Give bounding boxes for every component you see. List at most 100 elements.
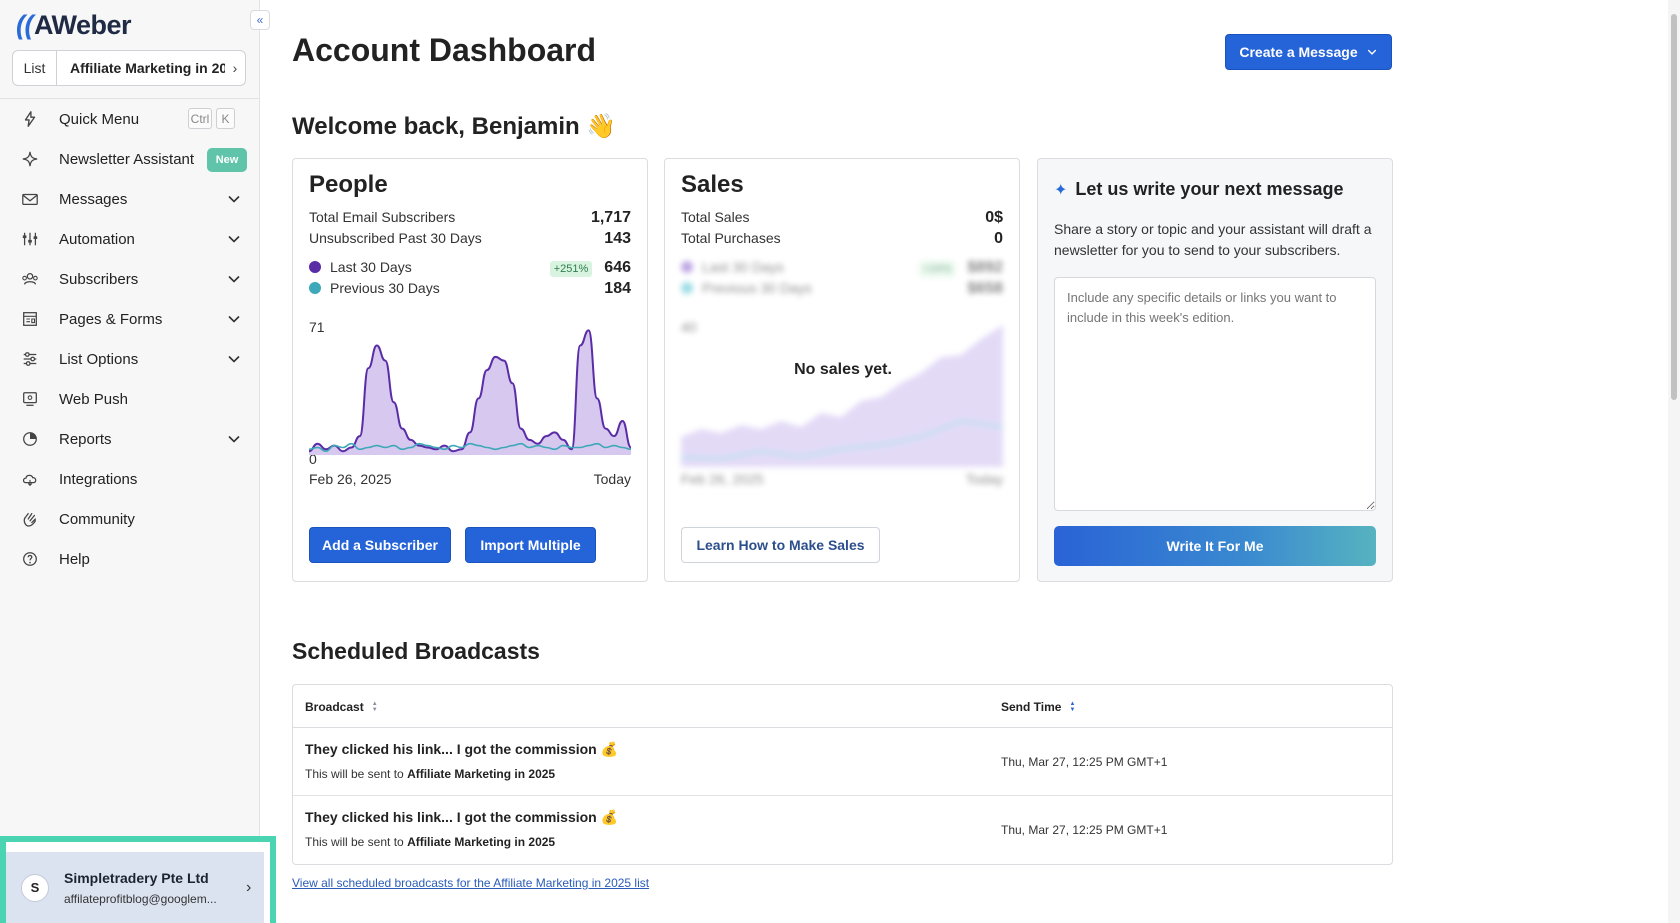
last-30-days-area	[309, 330, 631, 455]
sidebar-item-label: List Options	[59, 350, 139, 368]
sales-card: Sales Total Sales 0$ Total Purchases 0 L…	[664, 158, 1020, 582]
page-scrollbar[interactable]	[1668, 0, 1680, 923]
sidebar-item-web-push[interactable]: Web Push	[0, 379, 259, 419]
last-30-days-stats: +251% 646	[549, 259, 631, 277]
column-broadcast[interactable]: Broadcast ▲ ▼	[305, 700, 378, 714]
account-switcher[interactable]: S Simpletradery Pte Ltd affilateprofitbl…	[6, 852, 264, 923]
sidebar-item-label: Subscribers	[59, 270, 139, 288]
write-it-for-me-button[interactable]: Write It For Me	[1054, 526, 1376, 566]
table-header: Broadcast ▲ ▼ Send Time ▲ ▼	[293, 685, 1392, 728]
logo-text: AWeber	[33, 9, 132, 40]
chevron-down-icon[interactable]	[226, 231, 242, 247]
sales-x-axis-start-label: Feb 26, 2025	[681, 471, 764, 487]
table-row[interactable]: They clicked his link... I got the commi…	[293, 728, 1392, 796]
no-sales-message: No sales yet.	[794, 361, 892, 378]
chevron-down-icon[interactable]	[226, 191, 242, 207]
recipient-prefix: This will be sent to	[305, 835, 404, 849]
sidebar-item-list-options[interactable]: List Options	[0, 339, 259, 379]
view-all-scheduled-link[interactable]: View all scheduled broadcasts for the Af…	[292, 876, 649, 890]
previous-30-days-value: 184	[604, 280, 631, 297]
kbd-k: K	[216, 108, 235, 129]
total-purchases-value: 0	[994, 230, 1003, 247]
sidebar-item-messages[interactable]: Messages	[0, 179, 259, 219]
growth-badge: +251%	[549, 261, 593, 277]
total-subscribers-label: Total Email Subscribers	[309, 209, 456, 225]
sidebar-item-subscribers[interactable]: Subscribers	[0, 259, 259, 299]
sales-placeholder-chart	[681, 325, 1003, 467]
unsubscribed-label: Unsubscribed Past 30 Days	[309, 230, 482, 246]
aweber-logo[interactable]: (( AWeber	[16, 9, 132, 40]
scrollbar-thumb[interactable]	[1671, 14, 1677, 400]
avatar: S	[21, 873, 49, 902]
sales-last-30-row: Last 30 Days +34% $892	[681, 259, 1003, 277]
broadcast-recipient: This will be sent to Affiliate Marketing…	[305, 835, 555, 849]
logo-mark: ((	[16, 9, 33, 40]
sidebar-item-label: Messages	[59, 190, 128, 208]
kbd-ctrl: Ctrl	[188, 108, 212, 129]
total-sales-label: Total Sales	[681, 209, 750, 225]
sales-growth-badge: +34%	[918, 261, 956, 277]
account-info: Simpletradery Pte Ltd affilateprofitblog…	[64, 870, 234, 906]
sort-icon: ▲ ▼	[371, 701, 378, 713]
sidebar-item-label: Newsletter Assistant	[59, 150, 195, 168]
sales-prev-30-legend: Previous 30 Days	[681, 280, 812, 298]
create-message-button[interactable]: Create a Message	[1225, 34, 1392, 70]
double-chevron-left-icon: «	[256, 13, 264, 27]
broadcast-title[interactable]: They clicked his link... I got the commi…	[305, 809, 618, 826]
sales-prev-30-label: Previous 30 Days	[702, 280, 812, 296]
import-multiple-button[interactable]: Import Multiple	[465, 527, 596, 563]
assistant-prompt-input[interactable]	[1054, 277, 1376, 511]
chevron-down-icon[interactable]	[226, 271, 242, 287]
learn-sales-button[interactable]: Learn How to Make Sales	[681, 527, 880, 563]
subscribers-icon	[20, 269, 40, 289]
sidebar-item-newsletter-assistant[interactable]: Newsletter Assistant New	[0, 139, 259, 179]
table-row[interactable]: They clicked his link... I got the commi…	[293, 796, 1392, 864]
sales-legend-dot-last30	[681, 261, 693, 273]
sidebar-item-community[interactable]: Community	[0, 499, 259, 539]
list-selector[interactable]: List Affiliate Marketing in 20 ›	[12, 50, 246, 86]
chevron-down-icon[interactable]	[226, 311, 242, 327]
chevron-down-icon[interactable]	[226, 431, 242, 447]
account-name: Simpletradery Pte Ltd	[64, 869, 209, 886]
sidebar-item-reports[interactable]: Reports	[0, 419, 259, 459]
column-send-time-label: Send Time	[1001, 700, 1062, 714]
cloud-icon	[20, 469, 40, 489]
sidebar-item-help[interactable]: Help	[0, 539, 259, 579]
sort-icon: ▲ ▼	[1069, 701, 1076, 713]
bolt-icon	[20, 109, 40, 129]
total-purchases-row: Total Purchases 0	[681, 230, 1003, 248]
broadcast-title[interactable]: They clicked his link... I got the commi…	[305, 741, 618, 758]
hand-icon	[20, 509, 40, 529]
welcome-heading: Welcome back, Benjamin 👋	[292, 113, 617, 140]
people-card: People Total Email Subscribers 1,717 Uns…	[292, 158, 648, 582]
scheduled-broadcasts-table: Broadcast ▲ ▼ Send Time ▲ ▼ They clicked h…	[292, 684, 1393, 865]
send-time: Thu, Mar 27, 12:25 PM GMT+1	[1001, 755, 1168, 769]
sidebar-item-pages-forms[interactable]: Pages & Forms	[0, 299, 259, 339]
last-30-days-value: 646	[604, 259, 631, 276]
sidebar-item-integrations[interactable]: Integrations	[0, 459, 259, 499]
create-message-label: Create a Message	[1239, 44, 1358, 60]
sidebar-item-automation[interactable]: Automation	[0, 219, 259, 259]
app-root: (( AWeber List Affiliate Marketing in 20…	[0, 0, 1680, 923]
sidebar: (( AWeber List Affiliate Marketing in 20…	[0, 0, 276, 923]
chevron-right-icon: ›	[232, 60, 238, 76]
people-title: People	[309, 171, 388, 198]
total-purchases-label: Total Purchases	[681, 230, 781, 246]
new-badge: New	[207, 148, 247, 172]
column-send-time[interactable]: Send Time ▲ ▼	[1001, 700, 1075, 714]
assistant-title-text: Let us write your next message	[1075, 179, 1344, 199]
sidebar-item-quick-menu[interactable]: Quick Menu Ctrl K	[0, 99, 259, 139]
chevron-down-icon[interactable]	[226, 351, 242, 367]
last-30-days-label: Last 30 Days	[330, 259, 412, 275]
total-subscribers-row: Total Email Subscribers 1,717	[309, 209, 631, 227]
web-push-icon	[20, 389, 40, 409]
help-icon	[20, 549, 40, 569]
scheduled-broadcasts-title: Scheduled Broadcasts	[292, 638, 540, 664]
collapse-sidebar-button[interactable]: «	[250, 10, 270, 30]
x-axis-start-label: Feb 26, 2025	[309, 471, 392, 487]
sidebar-item-label: Reports	[59, 430, 112, 448]
sales-prev-30-value: $658	[967, 280, 1003, 297]
sidebar-item-label: Web Push	[59, 390, 128, 408]
add-subscriber-button[interactable]: Add a Subscriber	[309, 527, 451, 563]
send-time: Thu, Mar 27, 12:25 PM GMT+1	[1001, 823, 1168, 837]
